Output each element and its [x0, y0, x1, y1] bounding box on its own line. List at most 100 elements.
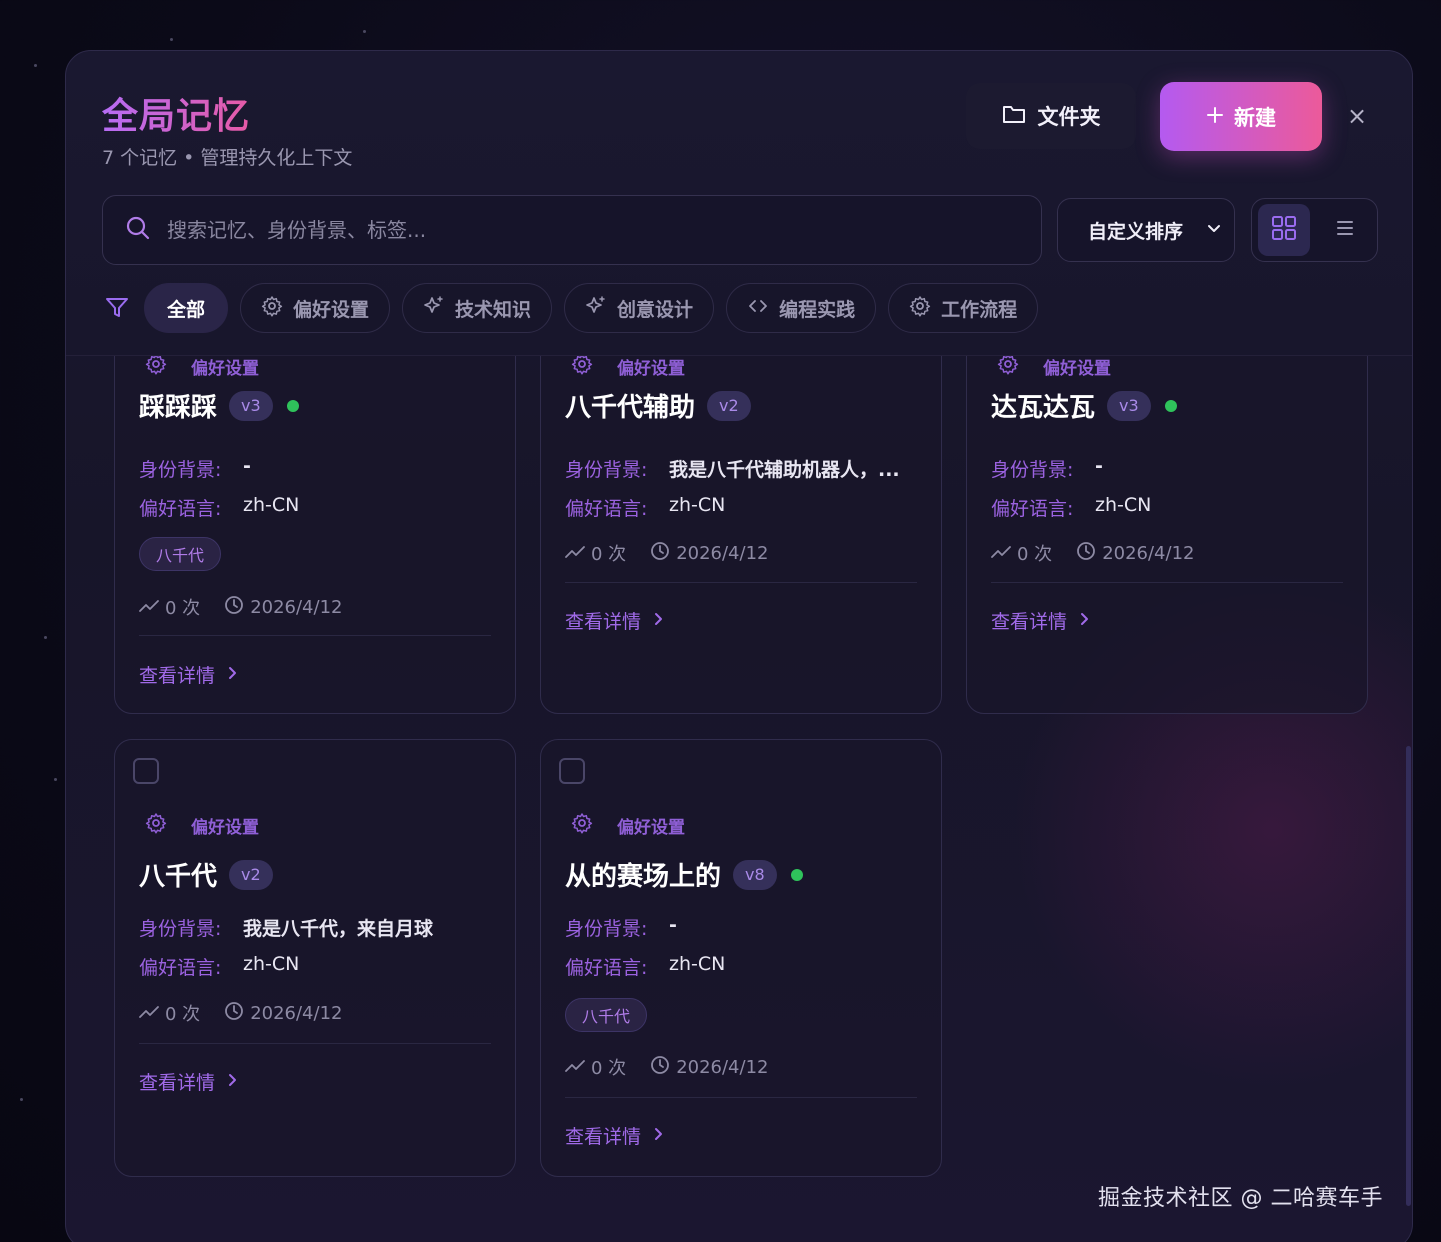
page-title: 全局记忆 [102, 87, 250, 139]
filter-chip-design[interactable]: 创意设计 [564, 283, 715, 333]
card-title: 达瓦达瓦 [991, 393, 1096, 423]
filter-chip-preferences[interactable]: 偏好设置 [240, 283, 391, 333]
card-title: 踩踩踩 [139, 393, 218, 423]
card-title-row: 达瓦达瓦 v3 [991, 387, 1177, 424]
memory-grid: 偏好设置 踩踩踩 v3 身份背景: - 偏好语言: zh-CN 八千代 0 次 … [66, 356, 1412, 1242]
clock-icon [650, 1055, 670, 1080]
memory-card[interactable]: 偏好设置 踩踩踩 v3 身份背景: - 偏好语言: zh-CN 八千代 0 次 … [114, 356, 516, 714]
memory-card[interactable]: 偏好设置 八千代 v2 身份背景: 我是八千代，来自月球 偏好语言: zh-CN… [114, 739, 516, 1177]
card-category-label: 偏好设置 [191, 359, 259, 379]
filter-chip-workflow[interactable]: 工作流程 [888, 283, 1039, 333]
code-icon [747, 295, 769, 322]
memory-card[interactable]: 偏好设置 八千代辅助 v2 身份背景: 我是八千代辅助机器人，... 偏好语言:… [540, 356, 942, 714]
card-title-row: 从的赛场上的 v8 [565, 856, 803, 893]
filter-icon[interactable] [102, 295, 132, 321]
trend-icon [139, 1003, 159, 1024]
card-category: 偏好设置 [145, 812, 259, 839]
version-badge: v8 [733, 859, 777, 890]
select-checkbox[interactable] [133, 758, 159, 784]
identity-field: 身份背景: - [139, 455, 251, 482]
view-details-label: 查看详情 [991, 611, 1068, 633]
trend-icon [139, 597, 159, 618]
category-filters: 全部 偏好设置 技术知识 创意设计 编程实践 工作流程 [102, 283, 1039, 333]
language-field: 偏好语言: zh-CN [565, 953, 725, 980]
folder-icon [1002, 103, 1026, 130]
search-input[interactable] [167, 218, 1041, 242]
sort-select[interactable]: 自定义排序 [1057, 198, 1235, 262]
card-title-row: 八千代 v2 [139, 856, 273, 893]
filter-chip-all[interactable]: 全部 [144, 283, 229, 333]
close-icon[interactable]: × [1344, 103, 1370, 129]
filter-chip-label: 工作流程 [941, 298, 1018, 321]
star-dot [363, 30, 366, 33]
card-date: 2026/4/12 [250, 1002, 343, 1024]
new-memory-button[interactable]: 新建 [1160, 82, 1322, 151]
version-badge: v2 [229, 859, 273, 890]
view-details-link[interactable]: 查看详情 [565, 1122, 665, 1149]
clock-icon [224, 1001, 244, 1026]
view-details-link[interactable]: 查看详情 [991, 607, 1091, 634]
sparkle-icon [423, 295, 445, 322]
memory-card[interactable]: 偏好设置 从的赛场上的 v8 身份背景: - 偏好语言: zh-CN 八千代 0… [540, 739, 942, 1177]
memory-card[interactable]: 偏好设置 达瓦达瓦 v3 身份背景: - 偏好语言: zh-CN 0 次 202… [966, 356, 1368, 714]
usage-count: 0 次 [591, 1058, 627, 1079]
card-date: 2026/4/12 [676, 1056, 769, 1078]
clock-icon [650, 541, 670, 566]
card-category: 偏好设置 [997, 356, 1111, 380]
grid-view-button[interactable] [1258, 204, 1310, 256]
sparkle-icon [585, 295, 607, 322]
card-category: 偏好设置 [571, 356, 685, 380]
trend-icon [565, 543, 585, 564]
select-checkbox[interactable] [559, 758, 585, 784]
star-dot [20, 1098, 23, 1101]
language-field: 偏好语言: zh-CN [139, 953, 299, 980]
card-category: 偏好设置 [145, 356, 259, 380]
filter-chip-label: 编程实践 [779, 298, 856, 321]
chevron-right-icon [1079, 610, 1091, 632]
language-field: 偏好语言: zh-CN [565, 494, 725, 521]
card-tag[interactable]: 八千代 [139, 537, 222, 571]
card-category-label: 偏好设置 [617, 818, 685, 838]
filter-chip-tech[interactable]: 技术知识 [402, 283, 553, 333]
card-date: 2026/4/12 [676, 542, 769, 564]
gear-icon [145, 812, 167, 839]
card-title: 八千代辅助 [565, 393, 696, 423]
card-meta: 0 次 2026/4/12 [139, 1000, 342, 1026]
language-field: 偏好语言: zh-CN [139, 494, 299, 521]
list-view-button[interactable] [1320, 204, 1372, 256]
identity-value: - [669, 914, 677, 936]
clock-icon [224, 595, 244, 620]
gear-icon [261, 295, 283, 322]
trend-icon [991, 543, 1011, 564]
card-divider [139, 635, 491, 636]
card-category-label: 偏好设置 [191, 818, 259, 838]
scrollbar[interactable] [1406, 746, 1411, 1206]
language-label: 偏好语言: [139, 957, 222, 979]
filter-chip-coding[interactable]: 编程实践 [726, 283, 877, 333]
identity-value: 我是八千代辅助机器人，... [669, 459, 900, 481]
chevron-down-icon [1206, 219, 1222, 241]
grid-icon [1271, 215, 1297, 245]
card-title-row: 八千代辅助 v2 [565, 387, 751, 424]
language-value: zh-CN [669, 953, 726, 975]
card-tag[interactable]: 八千代 [565, 998, 648, 1032]
card-date: 2026/4/12 [250, 596, 343, 618]
language-label: 偏好语言: [565, 498, 648, 520]
active-status-dot [286, 399, 299, 412]
card-category: 偏好设置 [571, 812, 685, 839]
gear-icon [571, 356, 593, 380]
view-details-link[interactable]: 查看详情 [139, 1068, 239, 1095]
usage-count: 0 次 [591, 544, 627, 565]
chevron-right-icon [653, 610, 665, 632]
sort-selected-value: 自定义排序 [1088, 220, 1184, 243]
card-title-row: 踩踩踩 v3 [139, 387, 299, 424]
view-details-link[interactable]: 查看详情 [139, 661, 239, 688]
filter-chip-label: 技术知识 [455, 298, 532, 321]
folder-button[interactable]: 文件夹 [966, 83, 1136, 149]
view-details-link[interactable]: 查看详情 [565, 607, 665, 634]
star-dot [54, 778, 57, 781]
card-divider [565, 1097, 917, 1098]
active-status-dot [1164, 399, 1177, 412]
plus-icon [1206, 105, 1224, 129]
view-details-label: 查看详情 [565, 611, 642, 633]
